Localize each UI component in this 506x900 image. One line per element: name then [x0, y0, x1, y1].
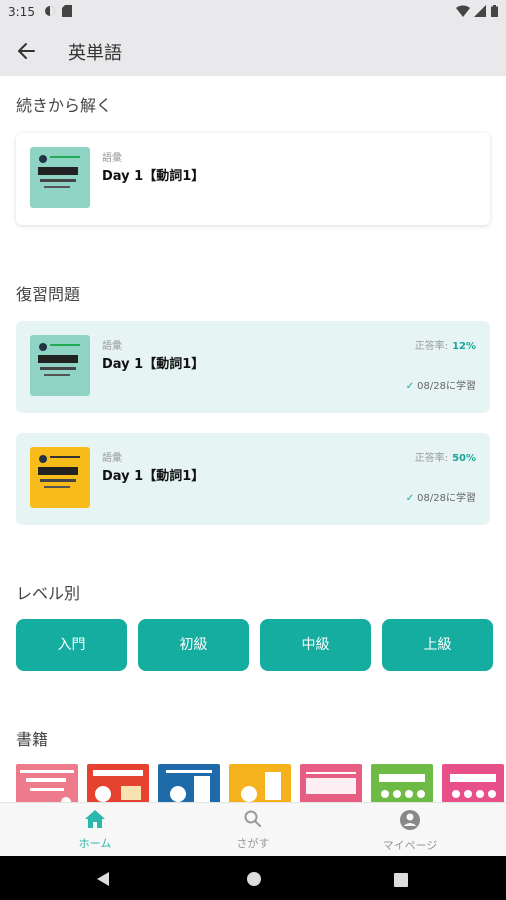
page-title: 英単語 [68, 43, 122, 64]
card-title: Day 1【動詞1】 [102, 357, 205, 372]
book-cover[interactable] [229, 764, 291, 802]
card-category: 語彙 [102, 341, 122, 352]
bottom-navigation: ホーム さがす マイページ [0, 802, 506, 857]
card-title: Day 1【動詞1】 [102, 469, 205, 484]
books-section-title: 書籍 [16, 730, 49, 749]
nav-search[interactable]: さがす [203, 809, 303, 851]
nav-search-label: さがす [236, 837, 270, 850]
notification-icon [44, 5, 56, 20]
system-navigation-bar [0, 856, 506, 900]
card-title: Day 1【動詞1】 [102, 169, 205, 184]
level-button-advanced[interactable]: 上級 [382, 619, 493, 671]
system-home-icon[interactable] [246, 871, 262, 891]
accuracy-value: 12% [452, 341, 476, 352]
check-icon: ✓ [405, 381, 415, 392]
nav-home[interactable]: ホーム [45, 809, 145, 851]
check-icon: ✓ [405, 493, 415, 504]
book-cover[interactable] [300, 764, 362, 802]
card-category: 語彙 [102, 153, 122, 164]
book-cover-thumbnail [30, 447, 90, 508]
studied-date: ✓ 08/28に学習 [406, 377, 476, 392]
level-button-elementary[interactable]: 初級 [138, 619, 249, 671]
accuracy-label: 正答率: [414, 453, 449, 464]
status-bar: 3:15 [0, 0, 506, 26]
nav-home-label: ホーム [78, 837, 112, 850]
nav-mypage-label: マイページ [382, 839, 438, 852]
level-button-intermediate[interactable]: 中級 [260, 619, 371, 671]
level-button-beginner[interactable]: 入門 [16, 619, 127, 671]
sd-card-icon [62, 5, 72, 20]
app-bar: 英単語 [0, 26, 506, 76]
book-cover[interactable] [158, 764, 220, 802]
continue-section-title: 続きから解く [16, 96, 113, 115]
card-category: 語彙 [102, 453, 122, 464]
studied-label: 08/28に学習 [417, 493, 476, 504]
review-section-title: 復習問題 [16, 285, 81, 304]
studied-date: ✓ 08/28に学習 [406, 489, 476, 504]
book-cover[interactable] [442, 764, 504, 802]
book-cover[interactable] [16, 764, 78, 802]
accuracy-value: 50% [452, 453, 476, 464]
main-content[interactable]: 続きから解く 語彙 Day 1【動詞1】 復習問題 語彙 Day 1【動詞1】 … [0, 76, 506, 802]
book-cover[interactable] [87, 764, 149, 802]
signal-icon [474, 5, 486, 20]
wifi-icon [456, 5, 470, 20]
review-card[interactable]: 語彙 Day 1【動詞1】 正答率: 50% ✓ 08/28に学習 [16, 433, 490, 525]
accuracy-rate: 正答率: 50% [415, 449, 476, 464]
search-icon [243, 810, 263, 833]
nav-mypage[interactable]: マイページ [360, 809, 460, 853]
level-section-title: レベル別 [16, 584, 81, 603]
book-cover-thumbnail [30, 335, 90, 396]
continue-card[interactable]: 語彙 Day 1【動詞1】 [16, 133, 490, 225]
accuracy-rate: 正答率: 12% [415, 337, 476, 352]
review-card[interactable]: 語彙 Day 1【動詞1】 正答率: 12% ✓ 08/28に学習 [16, 321, 490, 413]
system-back-icon[interactable] [96, 871, 110, 891]
system-recents-icon[interactable] [394, 872, 408, 891]
home-icon [84, 810, 106, 833]
book-cover-thumbnail [30, 147, 90, 208]
battery-icon [491, 5, 498, 20]
accuracy-label: 正答率: [414, 341, 449, 352]
back-arrow-icon[interactable] [14, 39, 40, 63]
status-time: 3:15 [8, 5, 35, 19]
studied-label: 08/28に学習 [417, 381, 476, 392]
book-cover[interactable] [371, 764, 433, 802]
account-icon [399, 810, 421, 835]
